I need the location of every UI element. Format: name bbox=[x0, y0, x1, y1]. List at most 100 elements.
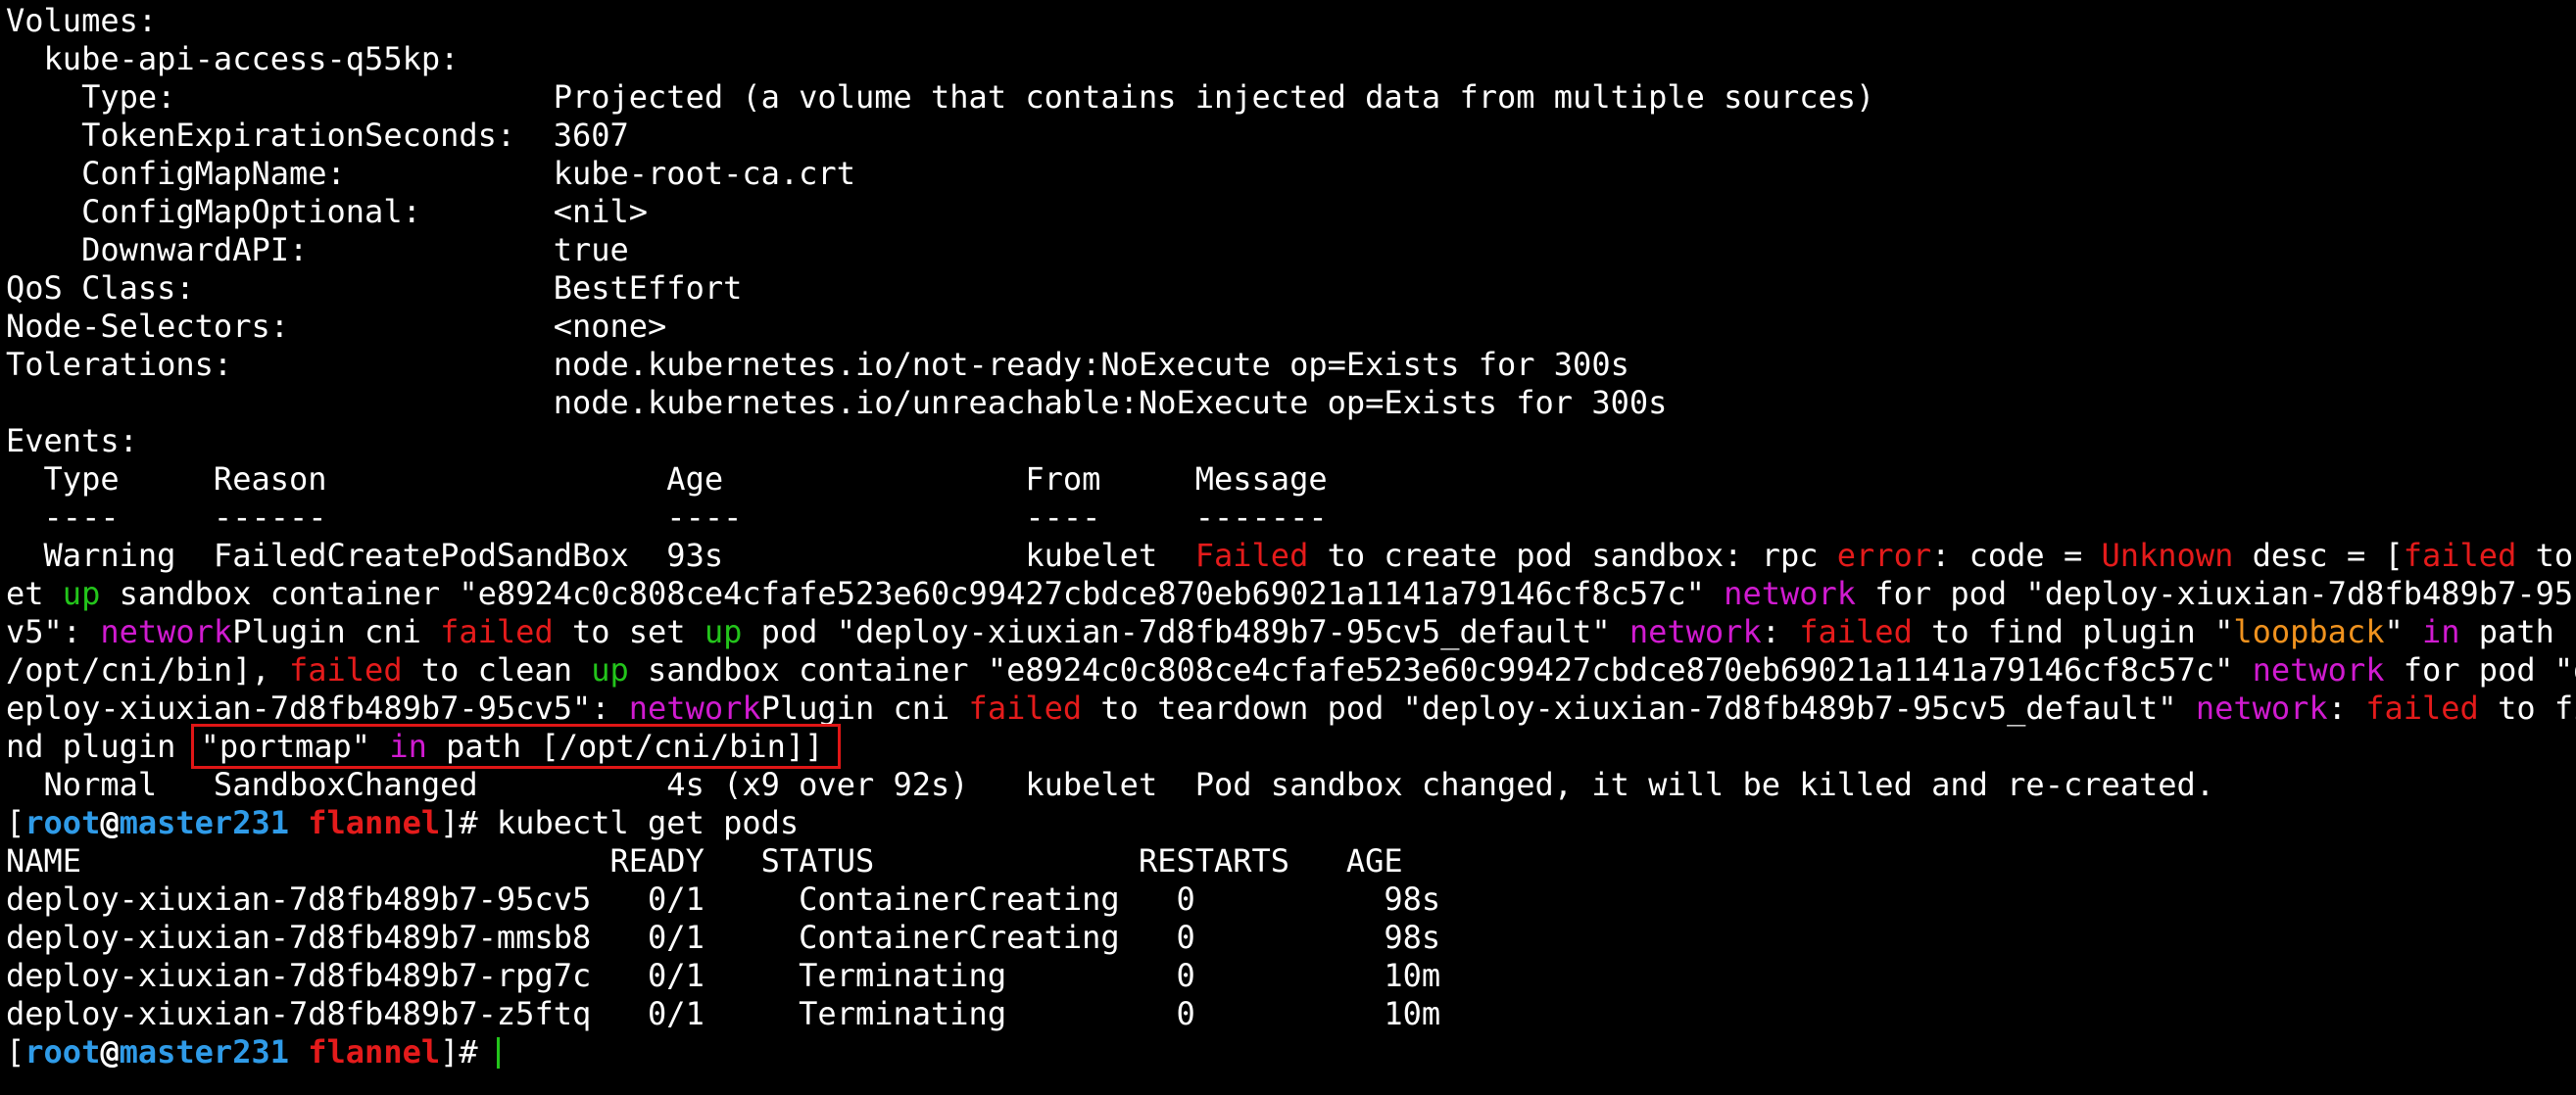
terminal-text: sandbox container "e8924c0c808ce4cfafe52… bbox=[100, 575, 1725, 612]
terminal-text: in bbox=[389, 728, 427, 765]
terminal-text: network bbox=[2195, 690, 2328, 727]
terminal-text: deploy-xiuxian-7d8fb489b7-rpg7c 0/1 Term… bbox=[6, 957, 1441, 994]
terminal-text: [ bbox=[6, 1033, 25, 1071]
terminal-text: ConfigMapName: kube-root-ca.crt bbox=[6, 155, 855, 192]
terminal-text: eploy-xiuxian-7d8fb489b7-95cv5": bbox=[6, 690, 629, 727]
terminal-line: Type: Projected (a volume that contains … bbox=[6, 78, 2576, 117]
terminal-text: @ bbox=[100, 804, 120, 841]
terminal-line: TokenExpirationSeconds: 3607 bbox=[6, 117, 2576, 155]
terminal-text: up bbox=[591, 651, 629, 689]
terminal-line: /opt/cni/bin], failed to clean up sandbo… bbox=[6, 651, 2576, 690]
terminal-line: v5": networkPlugin cni failed to set up … bbox=[6, 613, 2576, 651]
terminal-line: et up sandbox container "e8924c0c808ce4c… bbox=[6, 575, 2576, 613]
terminal-text: deploy-xiuxian-7d8fb489b7-mmsb8 0/1 Cont… bbox=[6, 919, 1441, 956]
terminal-text: failed bbox=[2365, 690, 2479, 727]
terminal-text: to find plugin " bbox=[1912, 613, 2234, 650]
terminal-text: deploy-xiuxian-7d8fb489b7-95cv5 0/1 Cont… bbox=[6, 881, 1441, 918]
terminal-line: deploy-xiuxian-7d8fb489b7-95cv5 0/1 Cont… bbox=[6, 881, 2576, 919]
terminal-text: to teardown pod "deploy-xiuxian-7d8fb489… bbox=[1082, 690, 2196, 727]
terminal-line: Tolerations: node.kubernetes.io/not-read… bbox=[6, 346, 2576, 384]
terminal-text: network bbox=[628, 690, 761, 727]
terminal-text: : bbox=[1761, 613, 1800, 650]
terminal-window[interactable]: Volumes: kube-api-access-q55kp: Type: Pr… bbox=[0, 0, 2576, 1095]
terminal-line: DownwardAPI: true bbox=[6, 231, 2576, 269]
terminal-text: " bbox=[2384, 613, 2422, 650]
terminal-text: flannel bbox=[308, 1033, 441, 1071]
terminal-text: error bbox=[1836, 537, 1932, 574]
terminal-text: ---- ------ ---- ---- ------- bbox=[6, 499, 1328, 536]
terminal-text: desc = [ bbox=[2233, 537, 2404, 574]
terminal-cursor bbox=[496, 1037, 500, 1069]
terminal-text: up bbox=[62, 575, 101, 612]
terminal-text: path [ bbox=[2478, 613, 2576, 650]
terminal-text: failed bbox=[1799, 613, 1913, 650]
terminal-text: ]# bbox=[440, 1033, 497, 1071]
terminal-text: network bbox=[1724, 575, 1857, 612]
terminal-line: Warning FailedCreatePodSandBox 93s kubel… bbox=[6, 537, 2576, 575]
terminal-text: sandbox container "e8924c0c808ce4cfafe52… bbox=[628, 651, 2253, 689]
terminal-text: ]# kubectl get pods bbox=[440, 804, 800, 841]
terminal-text: Events: bbox=[6, 422, 138, 459]
terminal-text: to fi bbox=[2498, 690, 2576, 727]
terminal-text: to clean bbox=[402, 651, 592, 689]
terminal-text: in bbox=[2422, 613, 2460, 650]
terminal-text: master231 bbox=[119, 1033, 289, 1071]
terminal-line: Normal SandboxChanged 4s (x9 over 92s) k… bbox=[6, 766, 2576, 804]
terminal-text: v5": bbox=[6, 613, 101, 650]
terminal-line: Type Reason Age From Message bbox=[6, 460, 2576, 499]
terminal-text: Plugin cni bbox=[232, 613, 441, 650]
terminal-text: deploy-xiuxian-7d8fb489b7-z5ftq 0/1 Term… bbox=[6, 995, 1441, 1032]
terminal-text: failed bbox=[288, 651, 403, 689]
terminal-text: NAME READY STATUS RESTARTS AGE bbox=[6, 842, 1403, 880]
terminal-text: kube-api-access-q55kp: bbox=[6, 40, 460, 77]
terminal-text: failed bbox=[2403, 537, 2517, 574]
terminal-text: Normal SandboxChanged 4s (x9 over 92s) k… bbox=[6, 766, 2215, 803]
terminal-text: failed bbox=[440, 613, 554, 650]
terminal-text: et bbox=[6, 575, 63, 612]
terminal-text: path [/opt/cni/bin]] bbox=[426, 728, 824, 765]
terminal-text: Failed bbox=[1194, 537, 1309, 574]
terminal-text: ConfigMapOptional: <nil> bbox=[6, 193, 649, 230]
terminal-line: Node-Selectors: <none> bbox=[6, 308, 2576, 346]
terminal-line: nd plugin "portmap" in path [/opt/cni/bi… bbox=[6, 724, 2576, 769]
terminal-text: @ bbox=[100, 1033, 120, 1071]
terminal-text: root bbox=[24, 804, 101, 841]
terminal-text: QoS Class: BestEffort bbox=[6, 269, 743, 307]
terminal-text: Node-Selectors: <none> bbox=[6, 308, 667, 345]
terminal-text: up bbox=[704, 613, 743, 650]
terminal-line: Events: bbox=[6, 422, 2576, 460]
terminal-text: "portmap" bbox=[200, 728, 390, 765]
terminal-line: node.kubernetes.io/unreachable:NoExecute… bbox=[6, 384, 2576, 422]
terminal-text: loopback bbox=[2233, 613, 2385, 650]
terminal-text: to set bbox=[553, 613, 705, 650]
terminal-line: [root@master231 flannel]# kubectl get po… bbox=[6, 804, 2576, 842]
terminal-text: root bbox=[24, 1033, 101, 1071]
terminal-text: : bbox=[2327, 690, 2366, 727]
terminal-text: Type Reason Age From Message bbox=[6, 460, 1328, 498]
terminal-text: /opt/cni/bin], bbox=[6, 651, 289, 689]
terminal-text: master231 bbox=[119, 804, 289, 841]
terminal-line: kube-api-access-q55kp: bbox=[6, 40, 2576, 78]
terminal-line: NAME READY STATUS RESTARTS AGE bbox=[6, 842, 2576, 881]
terminal-line: ---- ------ ---- ---- ------- bbox=[6, 499, 2576, 537]
terminal-text: for pod "deploy-xiuxian-7d8fb489b7-95c bbox=[1856, 575, 2576, 612]
terminal-line: eploy-xiuxian-7d8fb489b7-95cv5": network… bbox=[6, 690, 2576, 728]
terminal-text: flannel bbox=[308, 804, 441, 841]
terminal-line: [root@master231 flannel]# bbox=[6, 1033, 2576, 1071]
terminal-text: Volumes: bbox=[6, 2, 158, 39]
terminal-text: Plugin cni bbox=[760, 690, 969, 727]
terminal-text: DownwardAPI: true bbox=[6, 231, 629, 268]
terminal-line: ConfigMapName: kube-root-ca.crt bbox=[6, 155, 2576, 193]
terminal-text: nd plugin bbox=[6, 728, 195, 765]
terminal-text: Tolerations: node.kubernetes.io/not-read… bbox=[6, 346, 1629, 383]
terminal-text: [ bbox=[6, 804, 25, 841]
terminal-line: ConfigMapOptional: <nil> bbox=[6, 193, 2576, 231]
terminal-text: TokenExpirationSeconds: 3607 bbox=[6, 117, 629, 154]
terminal-text: network bbox=[1628, 613, 1762, 650]
terminal-text: Unknown bbox=[2101, 537, 2234, 574]
terminal-text: network bbox=[2252, 651, 2385, 689]
terminal-text: Type: Projected (a volume that contains … bbox=[6, 78, 1875, 116]
terminal-text: Warning FailedCreatePodSandBox 93s kubel… bbox=[6, 537, 1195, 574]
